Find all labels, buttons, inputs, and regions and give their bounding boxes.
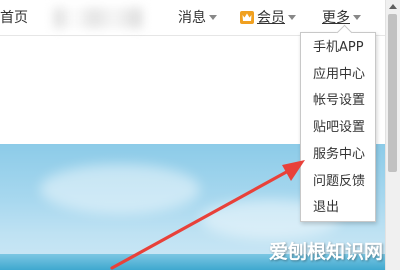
nav-notifications[interactable]: 消息 <box>178 9 217 27</box>
vip-crown-icon <box>240 11 254 24</box>
more-label: 更多 <box>322 10 350 26</box>
caret-down-icon <box>288 14 296 20</box>
site-watermark: 爱刨根知识网 <box>269 241 384 263</box>
cloud-shape <box>40 164 200 214</box>
menu-item-mobile-app[interactable]: 手机APP <box>313 38 364 58</box>
caret-down-icon <box>209 14 217 20</box>
nav-member[interactable]: 会员 <box>239 9 296 27</box>
top-nav-bar: 首页 消息 会员 更多 <box>0 0 386 36</box>
caret-down-icon <box>353 14 361 20</box>
vertical-scrollbar[interactable] <box>385 0 400 270</box>
menu-item-service-center[interactable]: 服务中心 <box>313 145 365 165</box>
scroll-up-arrow-icon[interactable] <box>389 4 397 9</box>
menu-item-tieba-settings[interactable]: 贴吧设置 <box>313 118 365 138</box>
menu-item-app-center[interactable]: 应用中心 <box>313 65 365 85</box>
notifications-label: 消息 <box>178 10 206 26</box>
nav-more[interactable]: 更多 <box>322 9 361 27</box>
menu-item-feedback[interactable]: 问题反馈 <box>313 172 365 192</box>
scroll-thumb[interactable] <box>388 14 397 172</box>
more-dropdown-menu: 手机APP 应用中心 帐号设置 贴吧设置 服务中心 问题反馈 退出 <box>300 24 376 222</box>
nav-home-link[interactable]: 首页 <box>0 9 28 27</box>
member-label: 会员 <box>257 10 285 26</box>
blurred-username <box>54 8 142 28</box>
menu-item-logout[interactable]: 退出 <box>313 198 339 218</box>
menu-item-account-settings[interactable]: 帐号设置 <box>313 91 365 111</box>
